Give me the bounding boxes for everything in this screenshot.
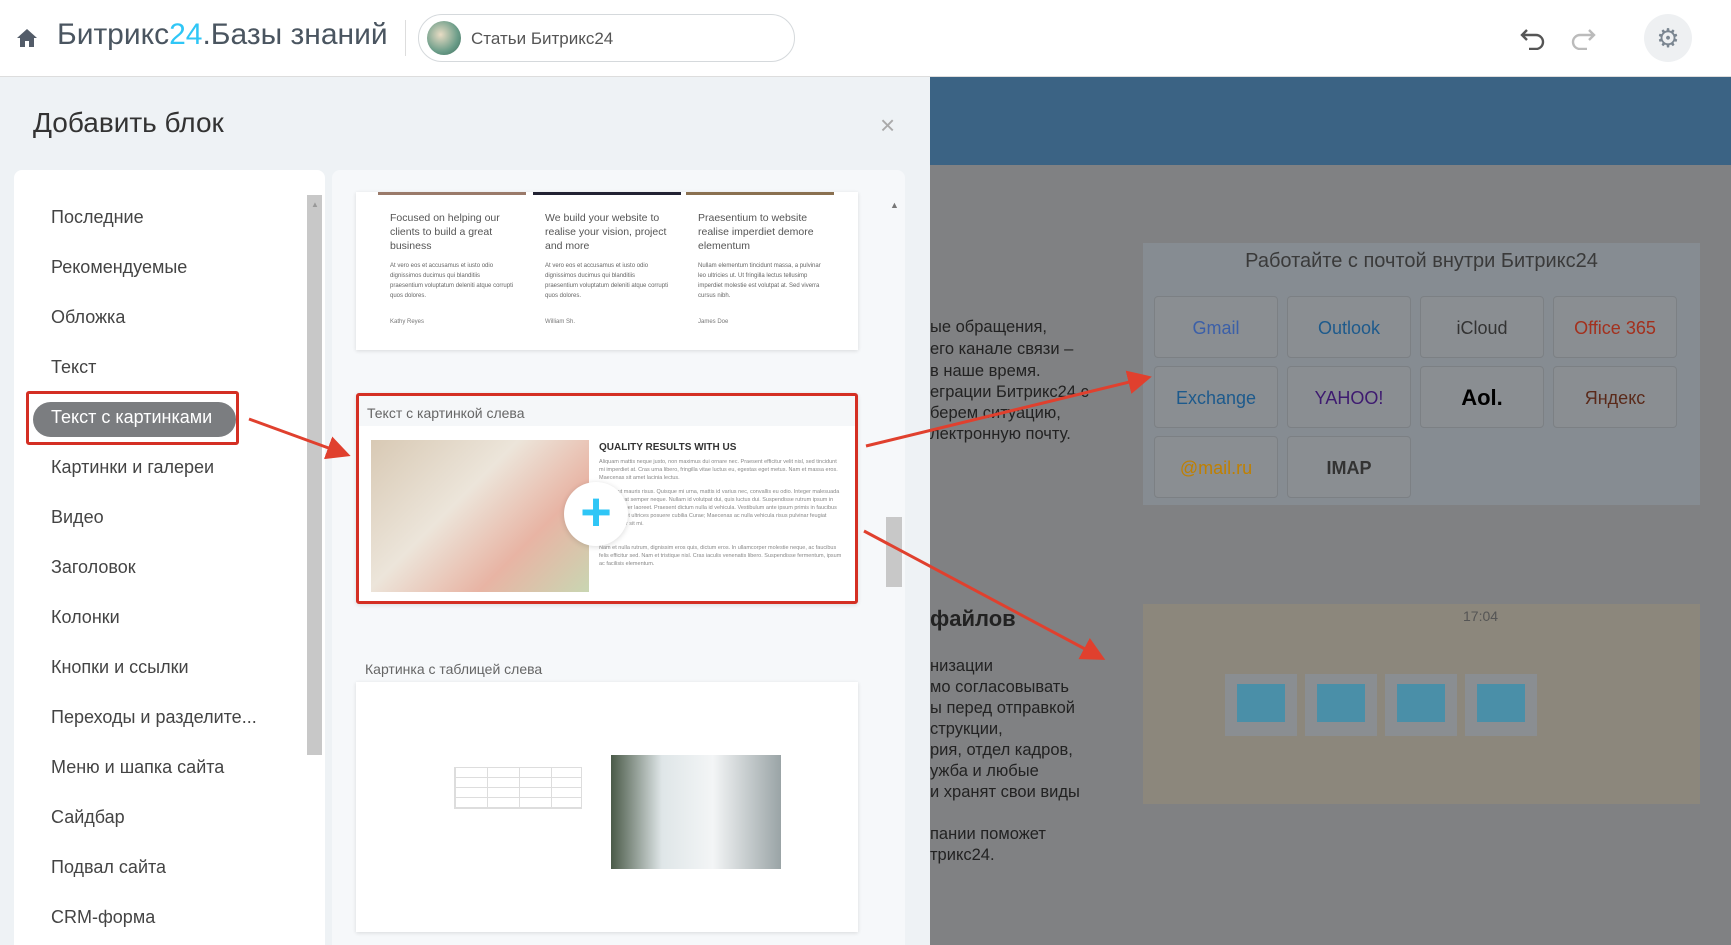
drive-time: 17:04 [1463,608,1499,624]
sidebar-item-selected[interactable]: Текст с картинками [51,407,212,428]
mail-mailru: @mail.ru [1154,436,1278,498]
sidebar-item[interactable]: Кнопки и ссылки [51,657,189,678]
watercolor-image [371,440,589,592]
sidebar-item[interactable]: CRM-форма [51,907,155,928]
sidebar-item[interactable]: Картинки и галереи [51,457,214,478]
bg-text: ы перед отправкой [930,699,1075,717]
sidebar-item[interactable]: Текст [51,357,96,378]
bg-text: ые обращения, [930,318,1048,336]
testimonial-column: Praesentium to website realise imperdiet… [686,192,834,337]
scrollbar-thumb[interactable] [886,517,902,587]
sidebar-item[interactable]: Подвал сайта [51,857,166,878]
drive-screenshot: 17:04 [1143,604,1700,804]
mail-exchange: Exchange [1154,366,1278,428]
bg-text: низации [930,657,993,675]
sidebar-scrollbar[interactable] [307,195,322,755]
bg-text: и хранят свои виды [930,783,1080,801]
page-overlay [930,77,1731,945]
mail-imap: IMAP [1287,436,1411,498]
mail-icloud: iCloud [1420,296,1544,358]
office-image [611,755,781,869]
block-paragraph: Nullam ut mauris risus. Quisque mi urna,… [599,489,840,527]
gear-icon[interactable]: ⚙ [1644,14,1692,62]
scroll-up-icon[interactable]: ▲ [890,200,899,210]
sidebar-item[interactable]: Последние [51,207,144,228]
plus-icon[interactable]: + [564,482,628,546]
bg-text: трикс24. [930,846,995,864]
mail-title: Работайте с почтой внутри Битрикс24 [1245,250,1598,272]
undo-icon[interactable] [1520,26,1546,50]
testimonial-column: Focused on helping our clients to build … [378,192,526,337]
sidebar-item[interactable]: Видео [51,507,104,528]
mail-yahoo: YAHOO! [1287,366,1411,428]
block-card-image-table-left[interactable] [356,682,858,932]
block-card-testimonials[interactable]: Focused on helping our clients to build … [356,192,858,350]
mail-aol: Aol. [1420,366,1544,428]
block-card-text-image-left[interactable]: Текст с картинкой слева QUALITY RESULTS … [356,393,858,604]
divider [405,20,406,56]
app-title: Битрикс24.Базы знаний [57,18,388,51]
bg-text: берем ситуацию, [930,404,1061,422]
bg-heading: файлов [930,606,1016,631]
bg-text: ужба и любые [930,762,1039,780]
bg-text: в наше время. [930,362,1041,380]
sidebar-item[interactable]: Обложка [51,307,125,328]
block-label: Текст с картинкой слева [367,405,525,421]
table-preview [454,767,582,809]
block-paragraph: Nam et nulla rutrum, dignissim eros quis… [599,545,842,567]
block-label: Картинка с таблицей слева [365,661,543,677]
bg-text: рия, отдел кадров, [930,741,1073,759]
site-selector[interactable]: Статьи Битрикс24 [418,14,795,62]
mail-gmail: Gmail [1154,296,1278,358]
site-name: Статьи Битрикс24 [471,29,614,48]
mail-office365: Office 365 [1553,296,1677,358]
scroll-up-icon[interactable]: ▲ [311,200,319,209]
bg-text: еграции Битрикс24 с [930,383,1089,401]
block-heading: QUALITY RESULTS WITH US [599,442,737,453]
block-paragraph: Aliquam mattis neque justo, non maximus … [599,459,838,481]
close-icon[interactable]: × [880,110,895,141]
redo-icon[interactable] [1570,26,1596,50]
mail-yandex: Яндекс [1553,366,1677,428]
sidebar-item[interactable]: Рекомендуемые [51,257,187,278]
mail-outlook: Outlook [1287,296,1411,358]
sidebar-item[interactable]: Колонки [51,607,120,628]
testimonial-column: We build your website to realise your vi… [533,192,681,337]
sidebar-item[interactable]: Сайдбар [51,807,125,828]
bg-text: его канале связи – [930,340,1074,358]
bg-text: пании поможет [930,825,1046,843]
bg-text: струкции, [930,720,1003,738]
sidebar-item[interactable]: Заголовок [51,557,136,578]
bg-text: лектронную почту. [930,425,1071,443]
sidebar-item[interactable]: Меню и шапка сайта [51,757,224,778]
bg-text: мо согласовывать [930,678,1069,696]
page-header-band [930,77,1731,165]
home-icon[interactable] [16,28,38,48]
sidebar-item[interactable]: Переходы и разделите... [51,707,257,728]
panel-title: Добавить блок [33,107,224,138]
site-avatar [427,21,461,55]
